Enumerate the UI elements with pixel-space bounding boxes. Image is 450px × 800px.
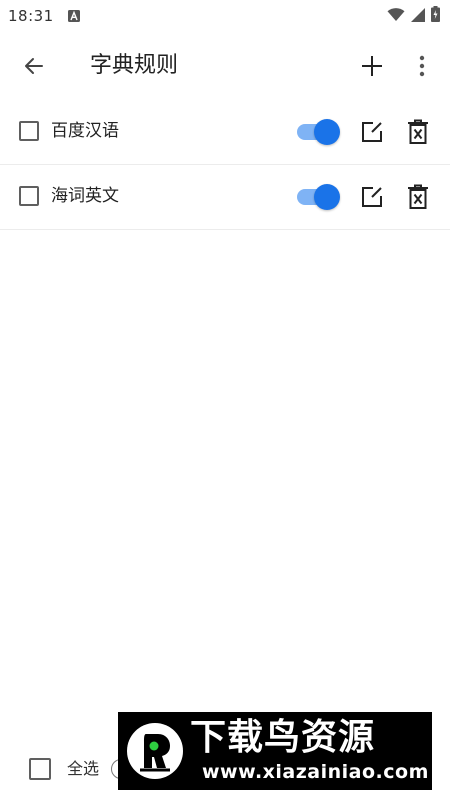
rule-enabled-toggle[interactable] [297,119,340,145]
status-left: 18:31 [8,7,80,26]
rule-name: 海词英文 [51,186,119,206]
delete-rule-button[interactable] [406,119,430,145]
arrow-left-icon [25,58,43,74]
watermark-banner: 下载鸟资源 www.xiazainiao.com [118,712,432,790]
delete-icon [408,119,428,144]
rule-checkbox[interactable] [19,121,39,141]
status-time: 18:31 [8,7,54,25]
back-button[interactable] [18,50,50,82]
battery-icon [431,6,440,26]
a-notification-icon [67,7,80,26]
watermark-title: 下载鸟资源 [190,717,376,758]
bird-logo-icon [127,723,183,779]
more-options-button[interactable] [410,50,434,82]
delete-rule-button[interactable] [406,184,430,210]
more-vertical-icon [419,55,425,77]
rule-name: 百度汉语 [51,121,119,141]
add-rule-button[interactable] [356,50,388,82]
rule-list: 百度汉语 海词英文 [0,100,450,230]
signal-icon [411,7,425,26]
delete-icon [408,184,428,209]
select-all-checkbox[interactable] [29,758,51,780]
select-all-label[interactable]: 全选 [67,758,99,780]
status-right [387,6,440,26]
plus-icon [362,56,382,76]
list-item: 百度汉语 [0,100,450,165]
edit-rule-button[interactable] [360,120,384,144]
list-item: 海词英文 [0,165,450,230]
toolbar: 字典规则 [0,32,450,100]
rule-checkbox[interactable] [19,186,39,206]
edit-icon [362,187,382,207]
page-title: 字典规则 [90,53,179,78]
edit-rule-button[interactable] [360,185,384,209]
rule-enabled-toggle[interactable] [297,184,340,210]
status-bar: 18:31 [0,0,450,32]
watermark-url: www.xiazainiao.com [202,761,429,783]
wifi-icon [387,7,405,26]
edit-icon [362,122,382,142]
toggle-knob [314,119,340,145]
toggle-knob [314,184,340,210]
